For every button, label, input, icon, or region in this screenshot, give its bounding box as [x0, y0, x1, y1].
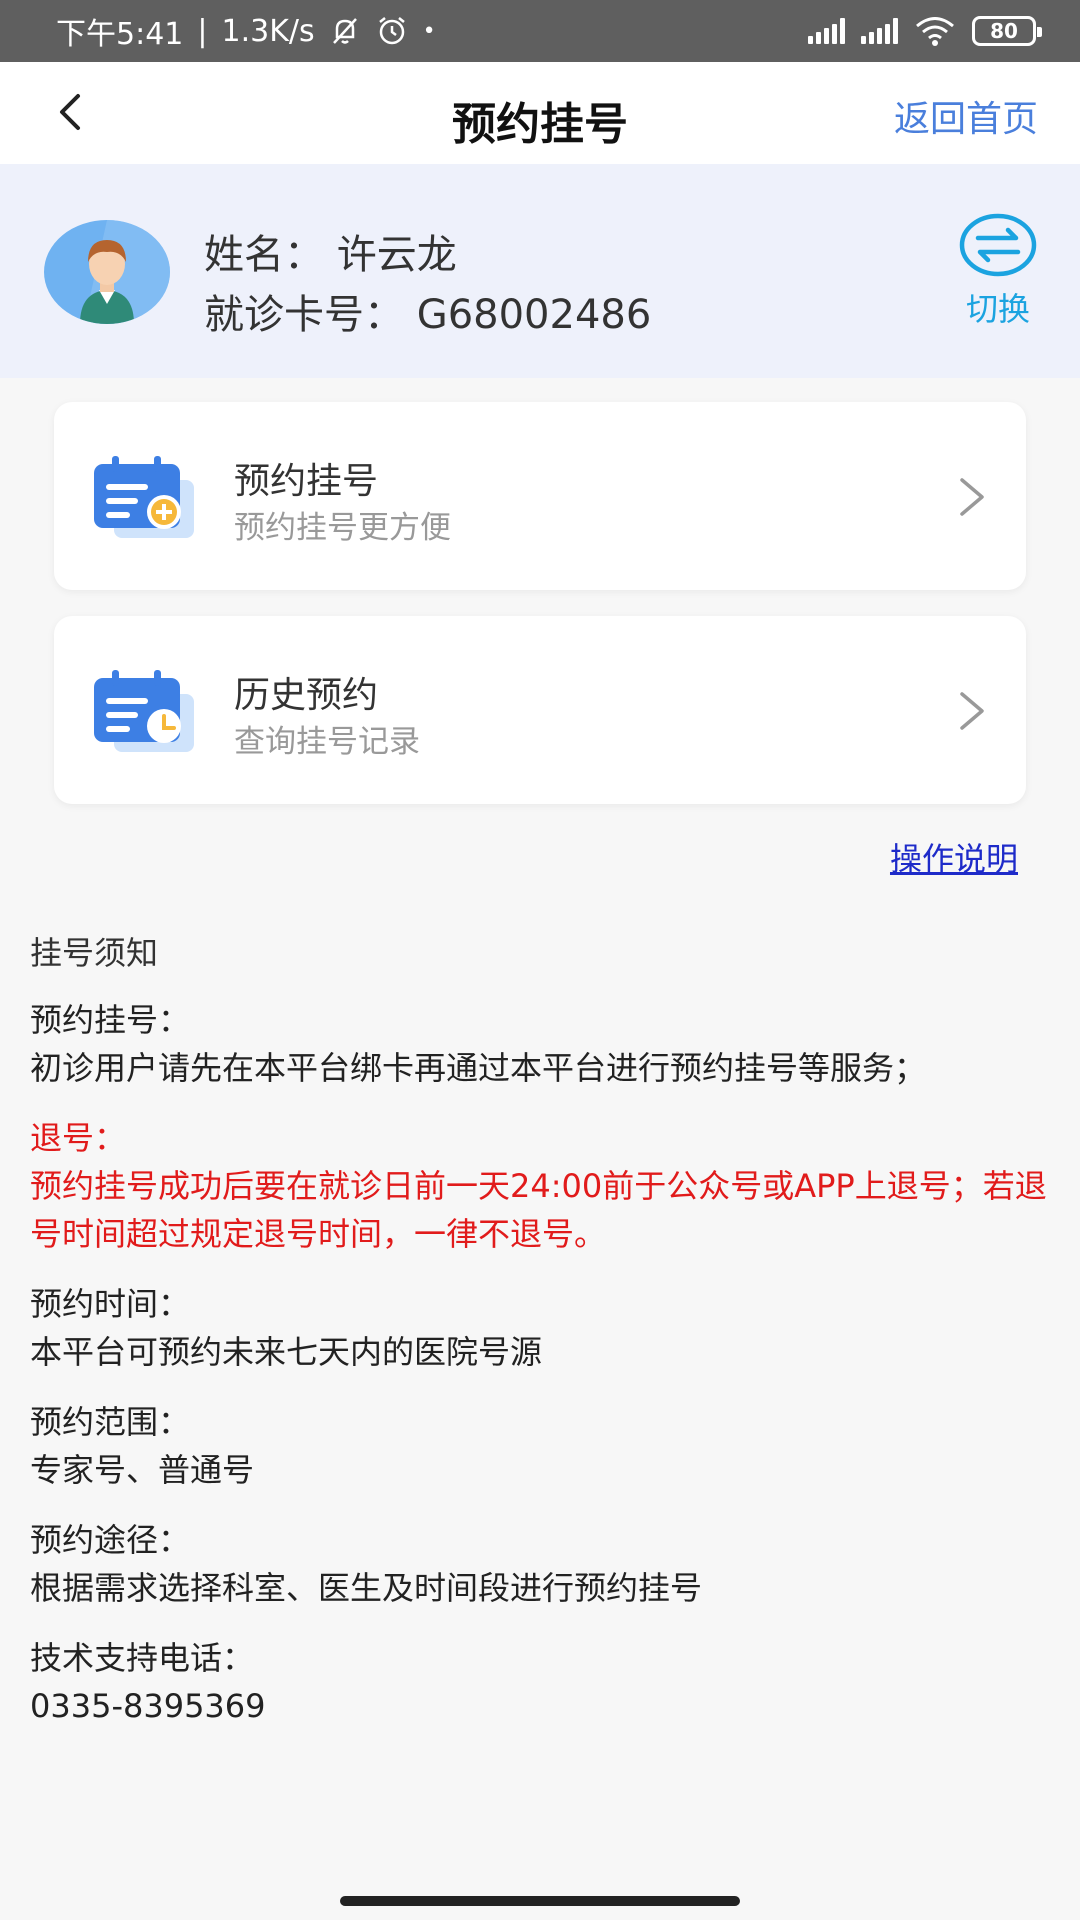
card-subtitle: 预约挂号更方便: [234, 510, 451, 546]
signal-icon: [808, 18, 845, 44]
section-title: 预约时间：: [30, 1285, 191, 1323]
wifi-icon: [916, 17, 954, 46]
nav-bar: 预约挂号 返回首页: [0, 62, 1080, 164]
avatar: [44, 220, 170, 324]
status-net-speed: 1.3K/s: [221, 13, 315, 49]
section-body: 根据需求选择科室、医生及时间段进行预约挂号: [30, 1569, 703, 1607]
gesture-bar[interactable]: [340, 1896, 740, 1906]
switch-label: 切换: [965, 290, 1030, 328]
notice-section: 预约范围： 专家号、普通号: [30, 1398, 1050, 1494]
patient-header: 姓名： 许云龙 就诊卡号： G68002486 切换: [0, 164, 1080, 378]
history-card[interactable]: 历史预约 查询挂号记录: [54, 616, 1026, 804]
status-bar: 下午5:41 | 1.3K/s • 80: [0, 0, 1080, 62]
section-body: 预约挂号成功后要在就诊日前一天24:00前于公众号或APP上退号；若退号时间超过…: [30, 1167, 1047, 1253]
calendar-add-icon: [94, 456, 194, 538]
chevron-right-icon: [960, 692, 984, 730]
card-title: 预约挂号: [234, 461, 379, 502]
status-time: 下午5:41: [56, 17, 184, 52]
switch-arrows-icon: [959, 213, 1037, 277]
patient-card-number: 就诊卡号： G68002486: [204, 292, 652, 338]
chevron-right-icon: [960, 478, 984, 516]
section-title: 预约范围：: [30, 1403, 191, 1441]
card-title: 历史预约: [234, 675, 379, 716]
notice-section: 预约时间： 本平台可预约未来七天内的医院号源: [30, 1280, 1050, 1376]
appointment-card[interactable]: 预约挂号 预约挂号更方便: [54, 402, 1026, 590]
section-title: 技术支持电话：: [30, 1639, 255, 1677]
notice-section-support: 技术支持电话： 0335-8395369: [30, 1634, 1050, 1730]
status-dot: •: [422, 18, 436, 44]
status-divider: |: [197, 13, 208, 49]
alarm-icon: [378, 17, 405, 45]
patient-name: 姓名： 许云龙: [204, 232, 457, 278]
calendar-clock-icon: [94, 670, 194, 752]
notice-section: 预约途径： 根据需求选择科室、医生及时间段进行预约挂号: [30, 1516, 1050, 1612]
section-title: 预约途径：: [30, 1521, 191, 1559]
switch-patient-button[interactable]: 切换: [954, 212, 1042, 332]
section-body: 本平台可预约未来七天内的医院号源: [30, 1333, 543, 1371]
battery-icon: 80: [972, 16, 1042, 46]
signal-icon: [861, 18, 898, 44]
battery-level: 80: [990, 19, 1018, 43]
section-body: 专家号、普通号: [30, 1451, 255, 1489]
notice-section: 预约挂号： 初诊用户请先在本平台绑卡再通过本平台进行预约挂号等服务；: [30, 996, 1050, 1092]
registration-notice: 挂号须知 预约挂号： 初诊用户请先在本平台绑卡再通过本平台进行预约挂号等服务； …: [30, 928, 1050, 1752]
status-left: 下午5:41 | 1.3K/s •: [56, 9, 436, 53]
bell-muted-icon: [332, 18, 357, 44]
avatar-person-icon: [80, 220, 170, 324]
section-title: 预约挂号：: [30, 1001, 191, 1039]
support-phone[interactable]: 0335-8395369: [30, 1682, 1050, 1730]
section-title: 退号：: [30, 1119, 127, 1157]
instructions-link[interactable]: 操作说明: [890, 834, 1018, 880]
section-body: 初诊用户请先在本平台绑卡再通过本平台进行预约挂号等服务；: [30, 1049, 927, 1087]
card-subtitle: 查询挂号记录: [234, 724, 420, 760]
notice-heading: 挂号须知: [30, 934, 159, 972]
status-right: 80: [808, 15, 1042, 47]
return-home-link[interactable]: 返回首页: [894, 90, 1038, 142]
notice-section-cancel: 退号： 预约挂号成功后要在就诊日前一天24:00前于公众号或APP上退号；若退号…: [30, 1114, 1050, 1258]
